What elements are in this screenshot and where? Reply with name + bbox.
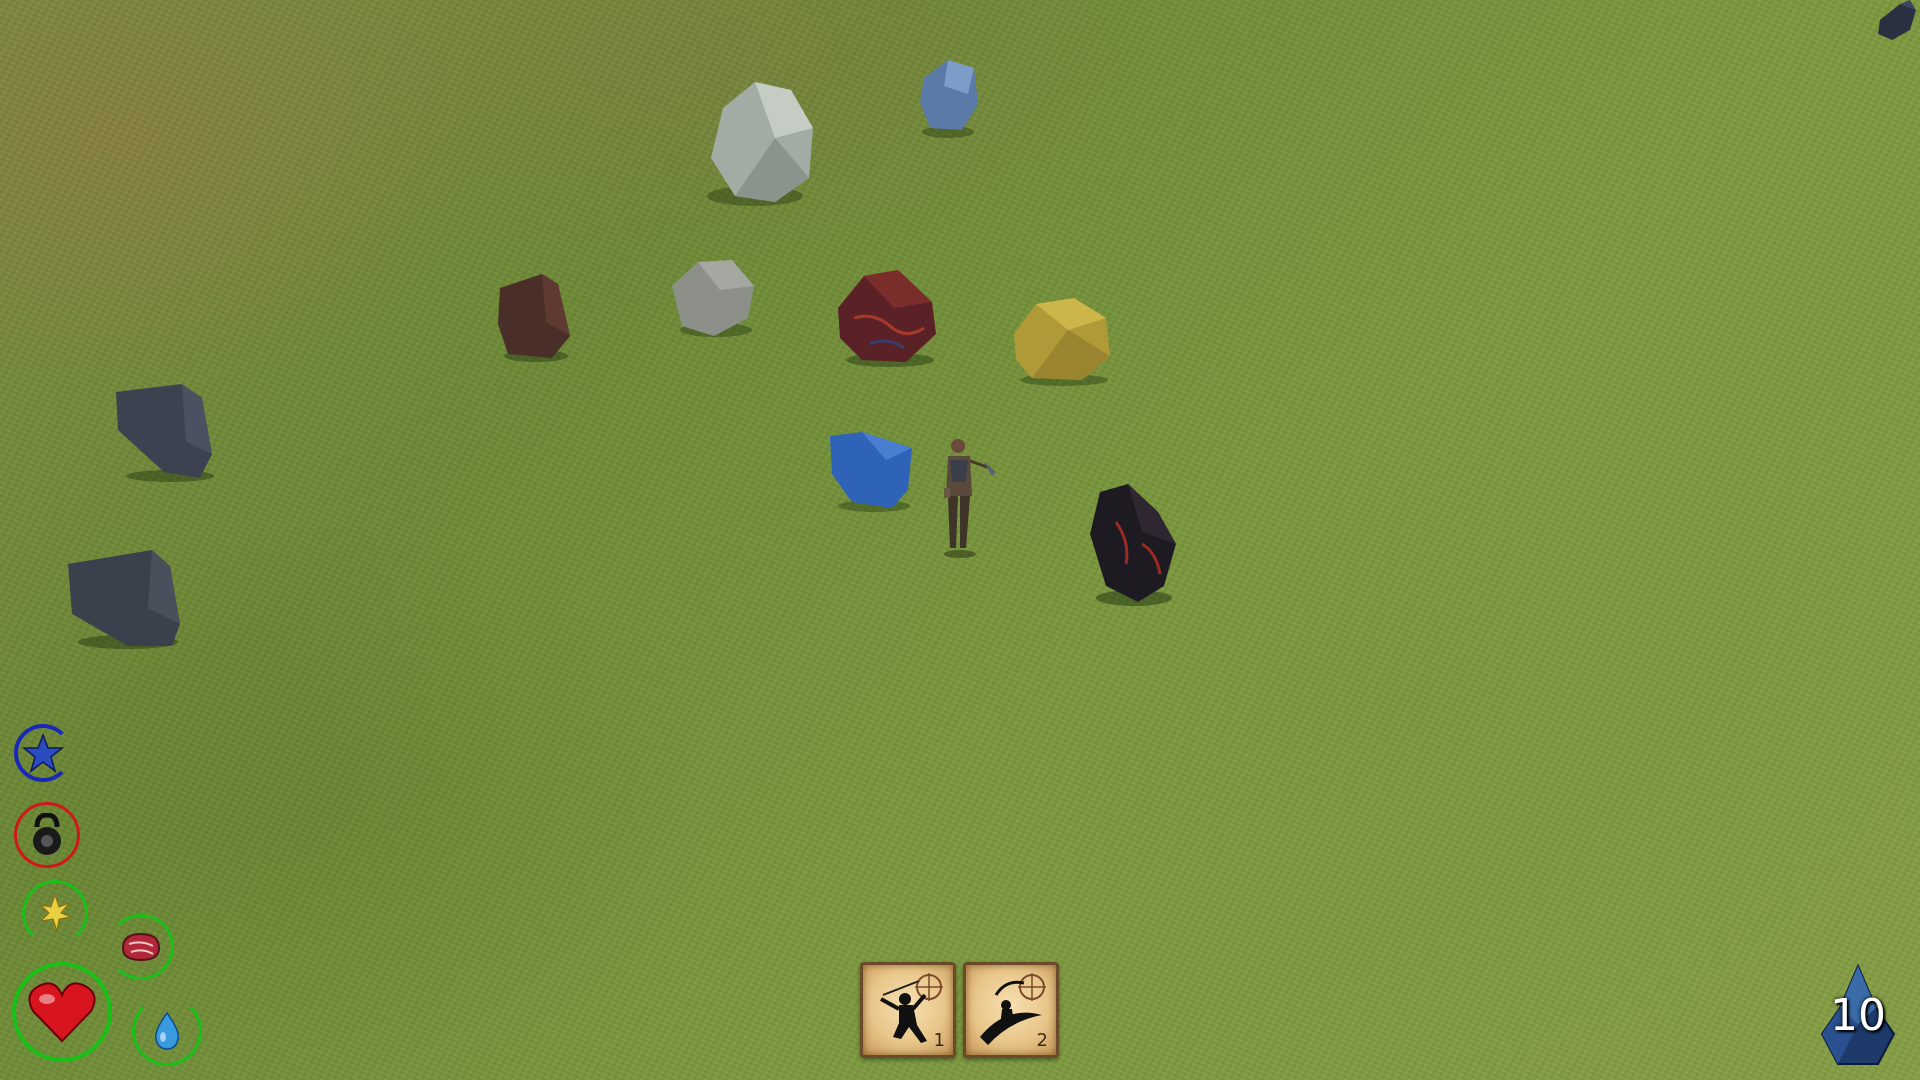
experience-stat	[14, 724, 72, 782]
obsidian-lava-rock[interactable]	[1086, 482, 1178, 606]
slate-rock-left-lower[interactable]	[64, 548, 182, 650]
blue-gray-boulder[interactable]	[918, 58, 980, 138]
energy-spark-icon	[39, 893, 73, 932]
hotbar-slot-2[interactable]: 2	[963, 962, 1059, 1058]
red-ore-rock[interactable]	[834, 268, 940, 368]
heart-icon	[28, 982, 96, 1043]
thirst-stat	[132, 996, 202, 1066]
meat-icon	[121, 932, 161, 962]
blue-crystal-rock[interactable]	[826, 430, 916, 512]
health-stat	[12, 962, 112, 1062]
slate-rock-left-upper[interactable]	[112, 382, 214, 482]
kettlebell-icon	[33, 813, 61, 855]
strength-stat	[14, 802, 80, 868]
brown-ore-rock[interactable]	[496, 272, 572, 362]
water-drop-icon	[154, 1011, 180, 1050]
hunger-stat	[108, 914, 174, 980]
gray-stone-rock[interactable]	[668, 256, 758, 338]
gold-ore-rock[interactable]	[1010, 296, 1112, 386]
hotbar-slot-number: 1	[933, 1030, 945, 1051]
hotbar-slot-number: 2	[1036, 1030, 1048, 1051]
energy-stat	[22, 880, 88, 946]
player-character[interactable]	[930, 436, 1000, 560]
star-icon	[22, 732, 64, 773]
hotbar-slot-1[interactable]: 1	[860, 962, 956, 1058]
player-level: 10	[1830, 990, 1886, 1041]
light-gray-boulder[interactable]	[705, 78, 817, 208]
distant-creature[interactable]	[1870, 0, 1920, 44]
